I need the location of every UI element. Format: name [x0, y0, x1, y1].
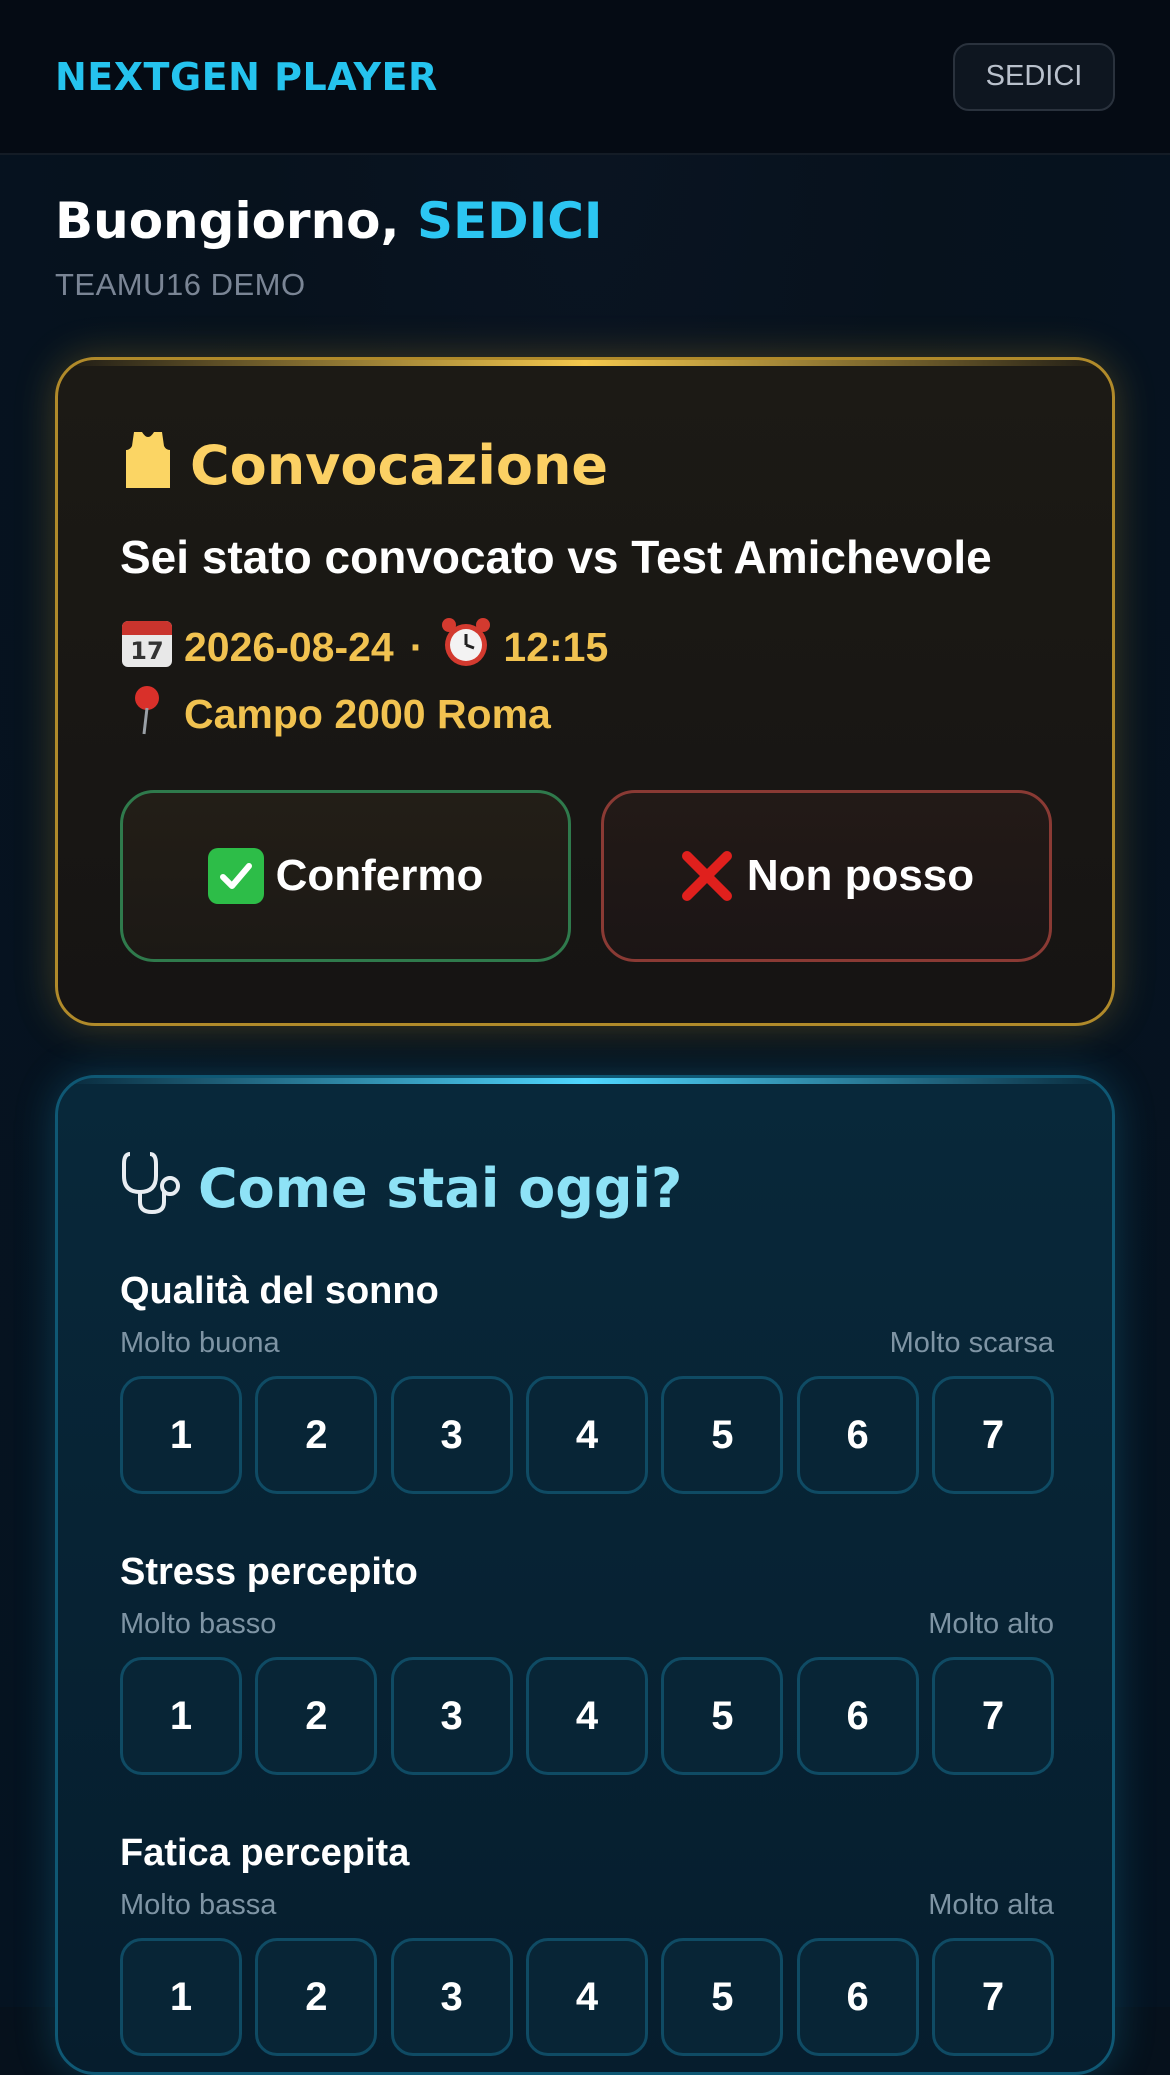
greeting-name: SEDICI [416, 192, 603, 250]
scale-option-3[interactable]: 3 [390, 1657, 513, 1775]
scale-high-label: Molto scarsa [889, 1327, 1054, 1359]
user-chip[interactable]: SEDICI [953, 42, 1115, 111]
scale-label: Qualità del sonno [120, 1270, 439, 1312]
calendar-icon: 17 [120, 615, 174, 679]
wellness-card: Come stai oggi? Qualità del sonno Molto … [55, 1075, 1115, 2075]
match-date: 2026-08-24 [184, 623, 394, 670]
scale-ends: Molto buona Molto scarsa [120, 1327, 1054, 1360]
datetime-separator: · [409, 623, 424, 670]
scale-option-5[interactable]: 5 [661, 1376, 784, 1494]
scale-high-label: Molto alto [928, 1608, 1054, 1640]
stethoscope-icon [120, 1150, 184, 1226]
svg-text:17: 17 [130, 637, 163, 665]
wellness-heading: Come stai oggi? [120, 1150, 682, 1226]
scale-label: Fatica percepita [120, 1832, 410, 1874]
scale-option-4[interactable]: 4 [525, 1938, 648, 2056]
scale-low-label: Molto buona [120, 1327, 280, 1359]
scale-option-7[interactable]: 7 [931, 1376, 1054, 1494]
scale-option-4[interactable]: 4 [525, 1657, 648, 1775]
decline-label: Non posso [746, 851, 975, 900]
scale-label: Stress percepito [120, 1551, 418, 1593]
fatigue-scale: Fatica percepita Molto bassa Molto alta … [120, 1832, 1054, 2056]
decline-button[interactable]: Non posso [601, 790, 1052, 962]
scale-option-6[interactable]: 6 [796, 1938, 919, 2056]
scale-ends: Molto bassa Molto alta [120, 1889, 1054, 1922]
confirm-button[interactable]: Confermo [120, 790, 571, 962]
scale-option-3[interactable]: 3 [390, 1938, 513, 2056]
convocation-card: Convocazione Sei stato convocato vs Test… [55, 357, 1115, 1026]
scale-option-1[interactable]: 1 [120, 1657, 242, 1775]
scale-low-label: Molto bassa [120, 1889, 277, 1921]
scale-option-2[interactable]: 2 [255, 1938, 378, 2056]
scale-option-1[interactable]: 1 [120, 1938, 242, 2056]
scale-ends: Molto basso Molto alto [120, 1608, 1054, 1641]
scale-option-5[interactable]: 5 [661, 1938, 784, 2056]
check-icon [207, 848, 264, 904]
scale-option-7[interactable]: 7 [931, 1657, 1054, 1775]
top-bar: NEXTGEN PLAYER SEDICI [0, 0, 1170, 155]
scale-low-label: Molto basso [120, 1608, 277, 1640]
greeting: Buongiorno, SEDICI TEAMU16 DEMO [0, 155, 1170, 303]
wellness-title: Come stai oggi? [198, 1156, 683, 1220]
sleep-quality-scale: Qualità del sonno Molto buona Molto scar… [120, 1270, 1054, 1494]
greeting-title: Buongiorno, SEDICI [55, 185, 1115, 257]
card-accent-bar [58, 360, 1112, 366]
alarm-clock-icon [439, 615, 493, 679]
place-name: Campo 2000 Roma [184, 690, 551, 737]
scale-option-6[interactable]: 6 [796, 1376, 919, 1494]
scale-option-5[interactable]: 5 [661, 1657, 784, 1775]
scale-high-label: Molto alta [928, 1889, 1054, 1921]
scale-options: 1 2 3 4 5 6 7 [120, 1657, 1054, 1775]
scale-option-3[interactable]: 3 [390, 1376, 513, 1494]
confirm-label: Confermo [275, 851, 484, 900]
scale-option-4[interactable]: 4 [525, 1376, 648, 1494]
convocation-subtitle: Sei stato convocato vs Test Amichevole [120, 531, 992, 583]
scale-option-1[interactable]: 1 [120, 1376, 242, 1494]
card-accent-bar [58, 1078, 1112, 1084]
scale-options: 1 2 3 4 5 6 7 [120, 1376, 1054, 1494]
match-place: Campo 2000 Roma [120, 682, 551, 746]
scale-option-2[interactable]: 2 [255, 1376, 378, 1494]
scale-option-6[interactable]: 6 [796, 1657, 919, 1775]
match-datetime: 17 2026-08-24 · 12:15 [120, 615, 608, 679]
scale-options: 1 2 3 4 5 6 7 [120, 1938, 1054, 2056]
convocation-heading: Convocazione [120, 428, 608, 502]
pin-icon [120, 682, 174, 746]
match-time: 12:15 [503, 623, 609, 670]
cross-icon [679, 848, 735, 904]
team-name: TEAMU16 DEMO [55, 267, 306, 302]
scale-option-2[interactable]: 2 [255, 1657, 378, 1775]
app-brand: NEXTGEN PLAYER [55, 54, 438, 99]
jersey-icon [120, 428, 176, 502]
scale-option-7[interactable]: 7 [931, 1938, 1054, 2056]
greeting-prefix: Buongiorno, [55, 192, 400, 250]
stress-scale: Stress percepito Molto basso Molto alto … [120, 1551, 1054, 1775]
convocation-title: Convocazione [190, 433, 609, 497]
